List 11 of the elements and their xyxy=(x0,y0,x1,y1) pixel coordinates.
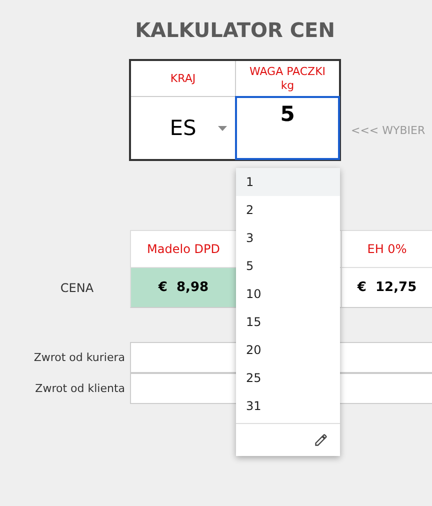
column-header: WAGA PACZKI kg xyxy=(235,61,339,97)
row-label: Zwrot od klienta xyxy=(34,380,126,396)
hint-text: <<< WYBIER xyxy=(351,124,426,137)
column-header: Madelo DPD xyxy=(130,230,236,268)
page-title: KALKULATOR CEN xyxy=(134,18,336,42)
column-header: EH 0% xyxy=(341,230,432,268)
price-cell: € 8,98 xyxy=(130,268,236,308)
price-cell: € 12,75 xyxy=(341,268,432,308)
row-label: CENA xyxy=(59,280,95,297)
column-header: KRAJ xyxy=(131,61,235,97)
row-label: Zwrot od kuriera xyxy=(32,350,126,366)
